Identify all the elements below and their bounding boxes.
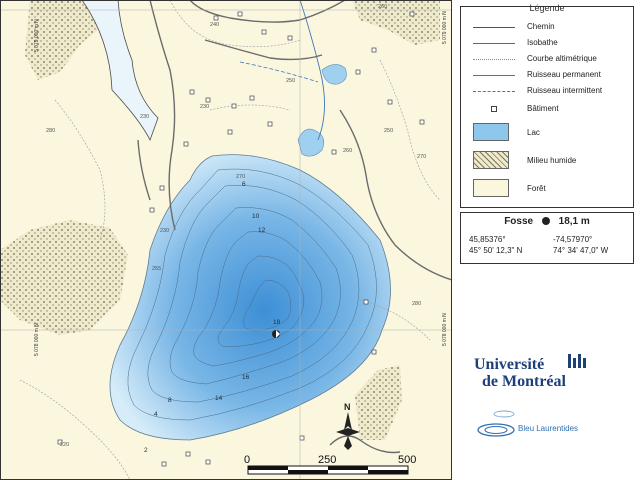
contour-label: 250 (384, 128, 393, 134)
contour-label: 255 (152, 266, 161, 272)
udem-line-2: de Montréal (482, 373, 566, 390)
legend-title: Légende (529, 3, 565, 13)
building-icon (491, 106, 497, 112)
road-line-icon (473, 27, 515, 28)
fosse-latitude-decimal: 45,85376° (469, 235, 506, 244)
legend-label: Milieu humide (527, 156, 577, 165)
legend-label: Ruisseau permanent (527, 70, 601, 79)
legend-label: Bâtiment (527, 104, 559, 113)
fosse-label: Fosse (504, 216, 534, 227)
fosse-longitude-decimal: -74,57970° (553, 235, 593, 244)
side-panel: Légende Chemin Isobathe Courbe altimétri… (452, 0, 640, 480)
universite-de-montreal-logo: Université de Montréal (474, 354, 634, 390)
fosse-latitude-dms: 45° 50' 12,3" N (469, 246, 523, 255)
depth-label: 12 (258, 227, 266, 234)
legend-item-isobath: Isobathe (461, 37, 633, 51)
contour-label: 270 (236, 174, 245, 180)
depth-label: 6 (242, 181, 246, 188)
legend-label: Lac (527, 128, 540, 137)
udem-line-1: Université (474, 356, 545, 373)
contour-label: 220 (60, 442, 69, 448)
fosse-header: Fosse 18,1 m (461, 216, 633, 227)
depth-label: 2 (144, 447, 148, 454)
isobath-line-icon (473, 43, 515, 44)
contour-label: 250 (286, 78, 295, 84)
forest-swatch-icon (473, 179, 509, 197)
depth-label: 14 (215, 395, 223, 402)
legend-item-contour: Courbe altimétrique (461, 53, 633, 67)
scale-label: 250 (318, 454, 336, 466)
stream-intermittent-icon (473, 91, 515, 92)
legend-item-forest: Forêt (461, 179, 633, 197)
legend-label: Courbe altimétrique (527, 54, 597, 63)
grid-label-left-top: 5 079 000 m N (34, 19, 40, 52)
grid-label-left-bottom: 5 078 000 m N (34, 323, 40, 356)
contour-line-icon (473, 59, 515, 60)
contour-label: 260 (378, 4, 387, 10)
bleu-laurentides-logo: Bleu Laurentides (474, 404, 634, 444)
depth-label: 18 (273, 319, 281, 326)
contour-label: 230 (140, 114, 149, 120)
contour-label: 240 (210, 22, 219, 28)
depth-label: 10 (252, 213, 260, 220)
grid-label-right-top: 5 079 000 m N (442, 11, 448, 44)
lake-bathymetry-map: 240 250 230 260 250 280 270 260 230 230 … (0, 0, 452, 480)
legend-label: Forêt (527, 184, 546, 193)
lake-swatch-icon (473, 123, 509, 141)
legend-label: Chemin (527, 22, 555, 31)
legend-item-lake: Lac (461, 123, 633, 141)
legend-label: Ruisseau intermittent (527, 86, 603, 95)
fosse-longitude-dms: 74° 34' 47,0" W (553, 246, 609, 255)
legend: Légende Chemin Isobathe Courbe altimétri… (460, 3, 634, 208)
depth-label: 4 (154, 411, 158, 418)
deepest-point-info: Fosse 18,1 m 45,85376° -74,57970° 45° 50… (460, 212, 634, 264)
bleu-laurentides-text: Bleu Laurentides (518, 424, 579, 433)
legend-item-building: Bâtiment (461, 103, 633, 117)
legend-item-stream-intermittent: Ruisseau intermittent (461, 85, 633, 99)
grid-label-right-bottom: 5 078 000 m N (442, 313, 448, 346)
legend-item-wetland: Milieu humide (461, 151, 633, 169)
fosse-depth: 18,1 m (558, 216, 590, 227)
legend-label: Isobathe (527, 38, 558, 47)
deepest-point-icon (541, 217, 550, 226)
contour-label: 280 (46, 128, 55, 134)
deepest-point-icon (272, 330, 280, 338)
north-label: N (344, 402, 351, 412)
legend-item-stream-permanent: Ruisseau permanent (461, 69, 633, 83)
contour-label: 230 (200, 104, 209, 110)
contour-label: 230 (160, 228, 169, 234)
contour-label: 280 (412, 301, 421, 307)
depth-label: 16 (242, 374, 250, 381)
contour-label: 270 (417, 154, 426, 160)
udem-emblem-icon (568, 354, 586, 368)
contour-label: 260 (343, 148, 352, 154)
water-ripple-icon (477, 410, 515, 437)
stream-permanent-icon (473, 75, 515, 76)
legend-item-road: Chemin (461, 21, 633, 35)
scale-label: 500 (398, 454, 416, 466)
depth-label: 8 (168, 397, 172, 404)
scale-label: 0 (244, 454, 250, 466)
wetland-swatch-icon (473, 151, 509, 169)
